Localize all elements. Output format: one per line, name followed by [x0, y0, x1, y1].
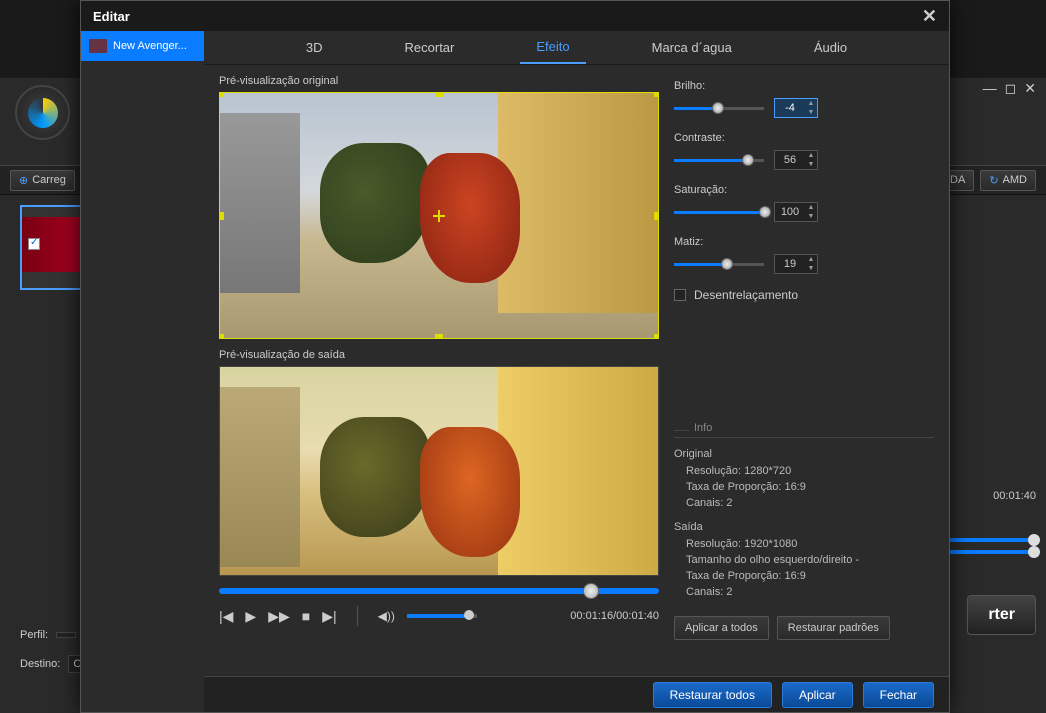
saturation-slider[interactable]	[674, 211, 764, 214]
close-icon[interactable]: ✕	[1024, 80, 1036, 97]
app-logo	[15, 85, 70, 140]
contrast-spinner[interactable]: 56 ▲▼	[774, 150, 818, 170]
prev-icon[interactable]: |◀	[219, 608, 233, 625]
hue-label: Matiz:	[674, 236, 934, 248]
info-panel: Info Original Resolução: 1280*720 Taxa d…	[674, 422, 934, 598]
modal-title-text: Editar	[93, 9, 130, 24]
volume-icon[interactable]: ◀))	[378, 609, 395, 623]
crop-handle[interactable]	[654, 92, 659, 97]
info-line: Tamanho do olho esquerdo/direito -	[674, 554, 934, 566]
spin-down-icon[interactable]: ▼	[805, 160, 817, 169]
close-button[interactable]: Fechar	[863, 682, 934, 708]
play-icon[interactable]: ▶	[245, 608, 256, 625]
saturation-label: Saturação:	[674, 184, 934, 196]
modal-sidebar: New Avenger...	[81, 31, 204, 712]
time-display: 00:01:16/00:01:40	[570, 610, 659, 622]
hue-spinner[interactable]: 19 ▲▼	[774, 254, 818, 274]
spin-down-icon[interactable]: ▼	[805, 264, 817, 273]
apply-button[interactable]: Aplicar	[782, 682, 853, 708]
crop-handle[interactable]	[654, 212, 659, 220]
sidebar-item-video[interactable]: New Avenger...	[81, 31, 204, 61]
restore-all-button[interactable]: Restaurar todos	[653, 682, 772, 708]
info-original-title: Original	[674, 448, 934, 460]
brightness-spinner[interactable]: -4 ▲▼	[774, 98, 818, 118]
progress-slider[interactable]	[219, 588, 659, 594]
thumbnail-checkbox[interactable]	[28, 238, 40, 250]
spin-down-icon[interactable]: ▼	[805, 212, 817, 221]
restore-defaults-button[interactable]: Restaurar padrões	[777, 616, 890, 640]
next-icon[interactable]: ▶|	[322, 608, 336, 625]
tab-audio[interactable]: Áudio	[798, 32, 863, 63]
minimize-icon[interactable]: —	[983, 80, 997, 96]
modal-titlebar: Editar ✕	[81, 1, 949, 31]
dest-label: Destino:	[20, 658, 60, 670]
load-button[interactable]: ⊕Carreg	[10, 170, 75, 191]
info-output-title: Saída	[674, 521, 934, 533]
saturation-spinner[interactable]: 100 ▲▼	[774, 202, 818, 222]
preview-column: Pré-visualização original	[219, 75, 659, 666]
hue-slider[interactable]	[674, 263, 764, 266]
spin-up-icon[interactable]: ▲	[805, 255, 817, 264]
brightness-label: Brilho:	[674, 80, 934, 92]
info-line: Resolução: 1280*720	[674, 465, 934, 477]
close-icon[interactable]: ✕	[922, 6, 937, 27]
modal-main: 3D Recortar Efeito Marca d´agua Áudio Pr…	[204, 31, 949, 712]
progress-thumb[interactable]	[583, 583, 599, 599]
sidebar-item-label: New Avenger...	[113, 40, 187, 52]
apply-all-button[interactable]: Aplicar a todos	[674, 616, 769, 640]
spin-down-icon[interactable]: ▼	[805, 108, 817, 117]
profile-input[interactable]	[56, 632, 76, 638]
info-header-label: Info	[689, 422, 717, 434]
spin-up-icon[interactable]: ▲	[805, 203, 817, 212]
edit-modal: Editar ✕ New Avenger... 3D Recortar Efei…	[80, 0, 950, 713]
amd-badge: ↻ AMD	[980, 170, 1036, 191]
info-line: Canais: 2	[674, 586, 934, 598]
crop-handle[interactable]	[219, 92, 224, 97]
bg-sliders	[946, 530, 1036, 562]
info-line: Taxa de Proporção: 16:9	[674, 481, 934, 493]
convert-button[interactable]: rter	[967, 595, 1036, 635]
bg-slider-1[interactable]	[946, 538, 1036, 542]
info-line: Resolução: 1920*1080	[674, 538, 934, 550]
bg-slider-2[interactable]	[946, 550, 1036, 554]
original-preview-label: Pré-visualização original	[219, 75, 659, 87]
tab-effect[interactable]: Efeito	[520, 31, 585, 64]
crop-handle[interactable]	[435, 334, 443, 339]
fast-forward-icon[interactable]: ▶▶	[268, 608, 290, 625]
brightness-slider[interactable]	[674, 107, 764, 110]
tab-watermark[interactable]: Marca d´agua	[636, 32, 748, 63]
crop-handle[interactable]	[219, 212, 224, 220]
contrast-label: Contraste:	[674, 132, 934, 144]
crop-handle[interactable]	[435, 92, 443, 97]
modal-footer: Restaurar todos Aplicar Fechar	[204, 676, 949, 712]
deinterlace-checkbox[interactable]	[674, 289, 686, 301]
info-line: Canais: 2	[674, 497, 934, 509]
spin-up-icon[interactable]: ▲	[805, 99, 817, 108]
tab-bar: 3D Recortar Efeito Marca d´agua Áudio	[204, 31, 949, 65]
tab-3d[interactable]: 3D	[290, 32, 339, 63]
stop-icon[interactable]: ■	[302, 608, 310, 624]
contrast-slider[interactable]	[674, 159, 764, 162]
info-line: Taxa de Proporção: 16:9	[674, 570, 934, 582]
original-preview[interactable]	[219, 92, 659, 339]
effect-controls: Brilho: -4 ▲▼	[674, 75, 934, 666]
output-preview-label: Pré-visualização de saída	[219, 349, 659, 361]
bg-time-label: 00:01:40	[993, 490, 1036, 502]
maximize-icon[interactable]: ◻	[1005, 80, 1017, 97]
bg-window-controls: — ◻ ✕	[966, 78, 1046, 98]
tab-crop[interactable]: Recortar	[389, 32, 471, 63]
crop-center-icon[interactable]	[433, 210, 445, 222]
profile-label: Perfil:	[20, 629, 48, 641]
sidebar-thumb-icon	[89, 39, 107, 53]
deinterlace-label: Desentrelaçamento	[694, 288, 798, 302]
spin-up-icon[interactable]: ▲	[805, 151, 817, 160]
playback-controls: |◀ ▶ ▶▶ ■ ▶| ◀)) 00:01:16/00:01:40	[219, 588, 659, 626]
crop-handle[interactable]	[219, 334, 224, 339]
output-preview	[219, 366, 659, 576]
bg-bottom-panel: Perfil: Destino:C:	[20, 629, 88, 673]
crop-handle[interactable]	[654, 334, 659, 339]
volume-slider[interactable]	[407, 614, 477, 618]
